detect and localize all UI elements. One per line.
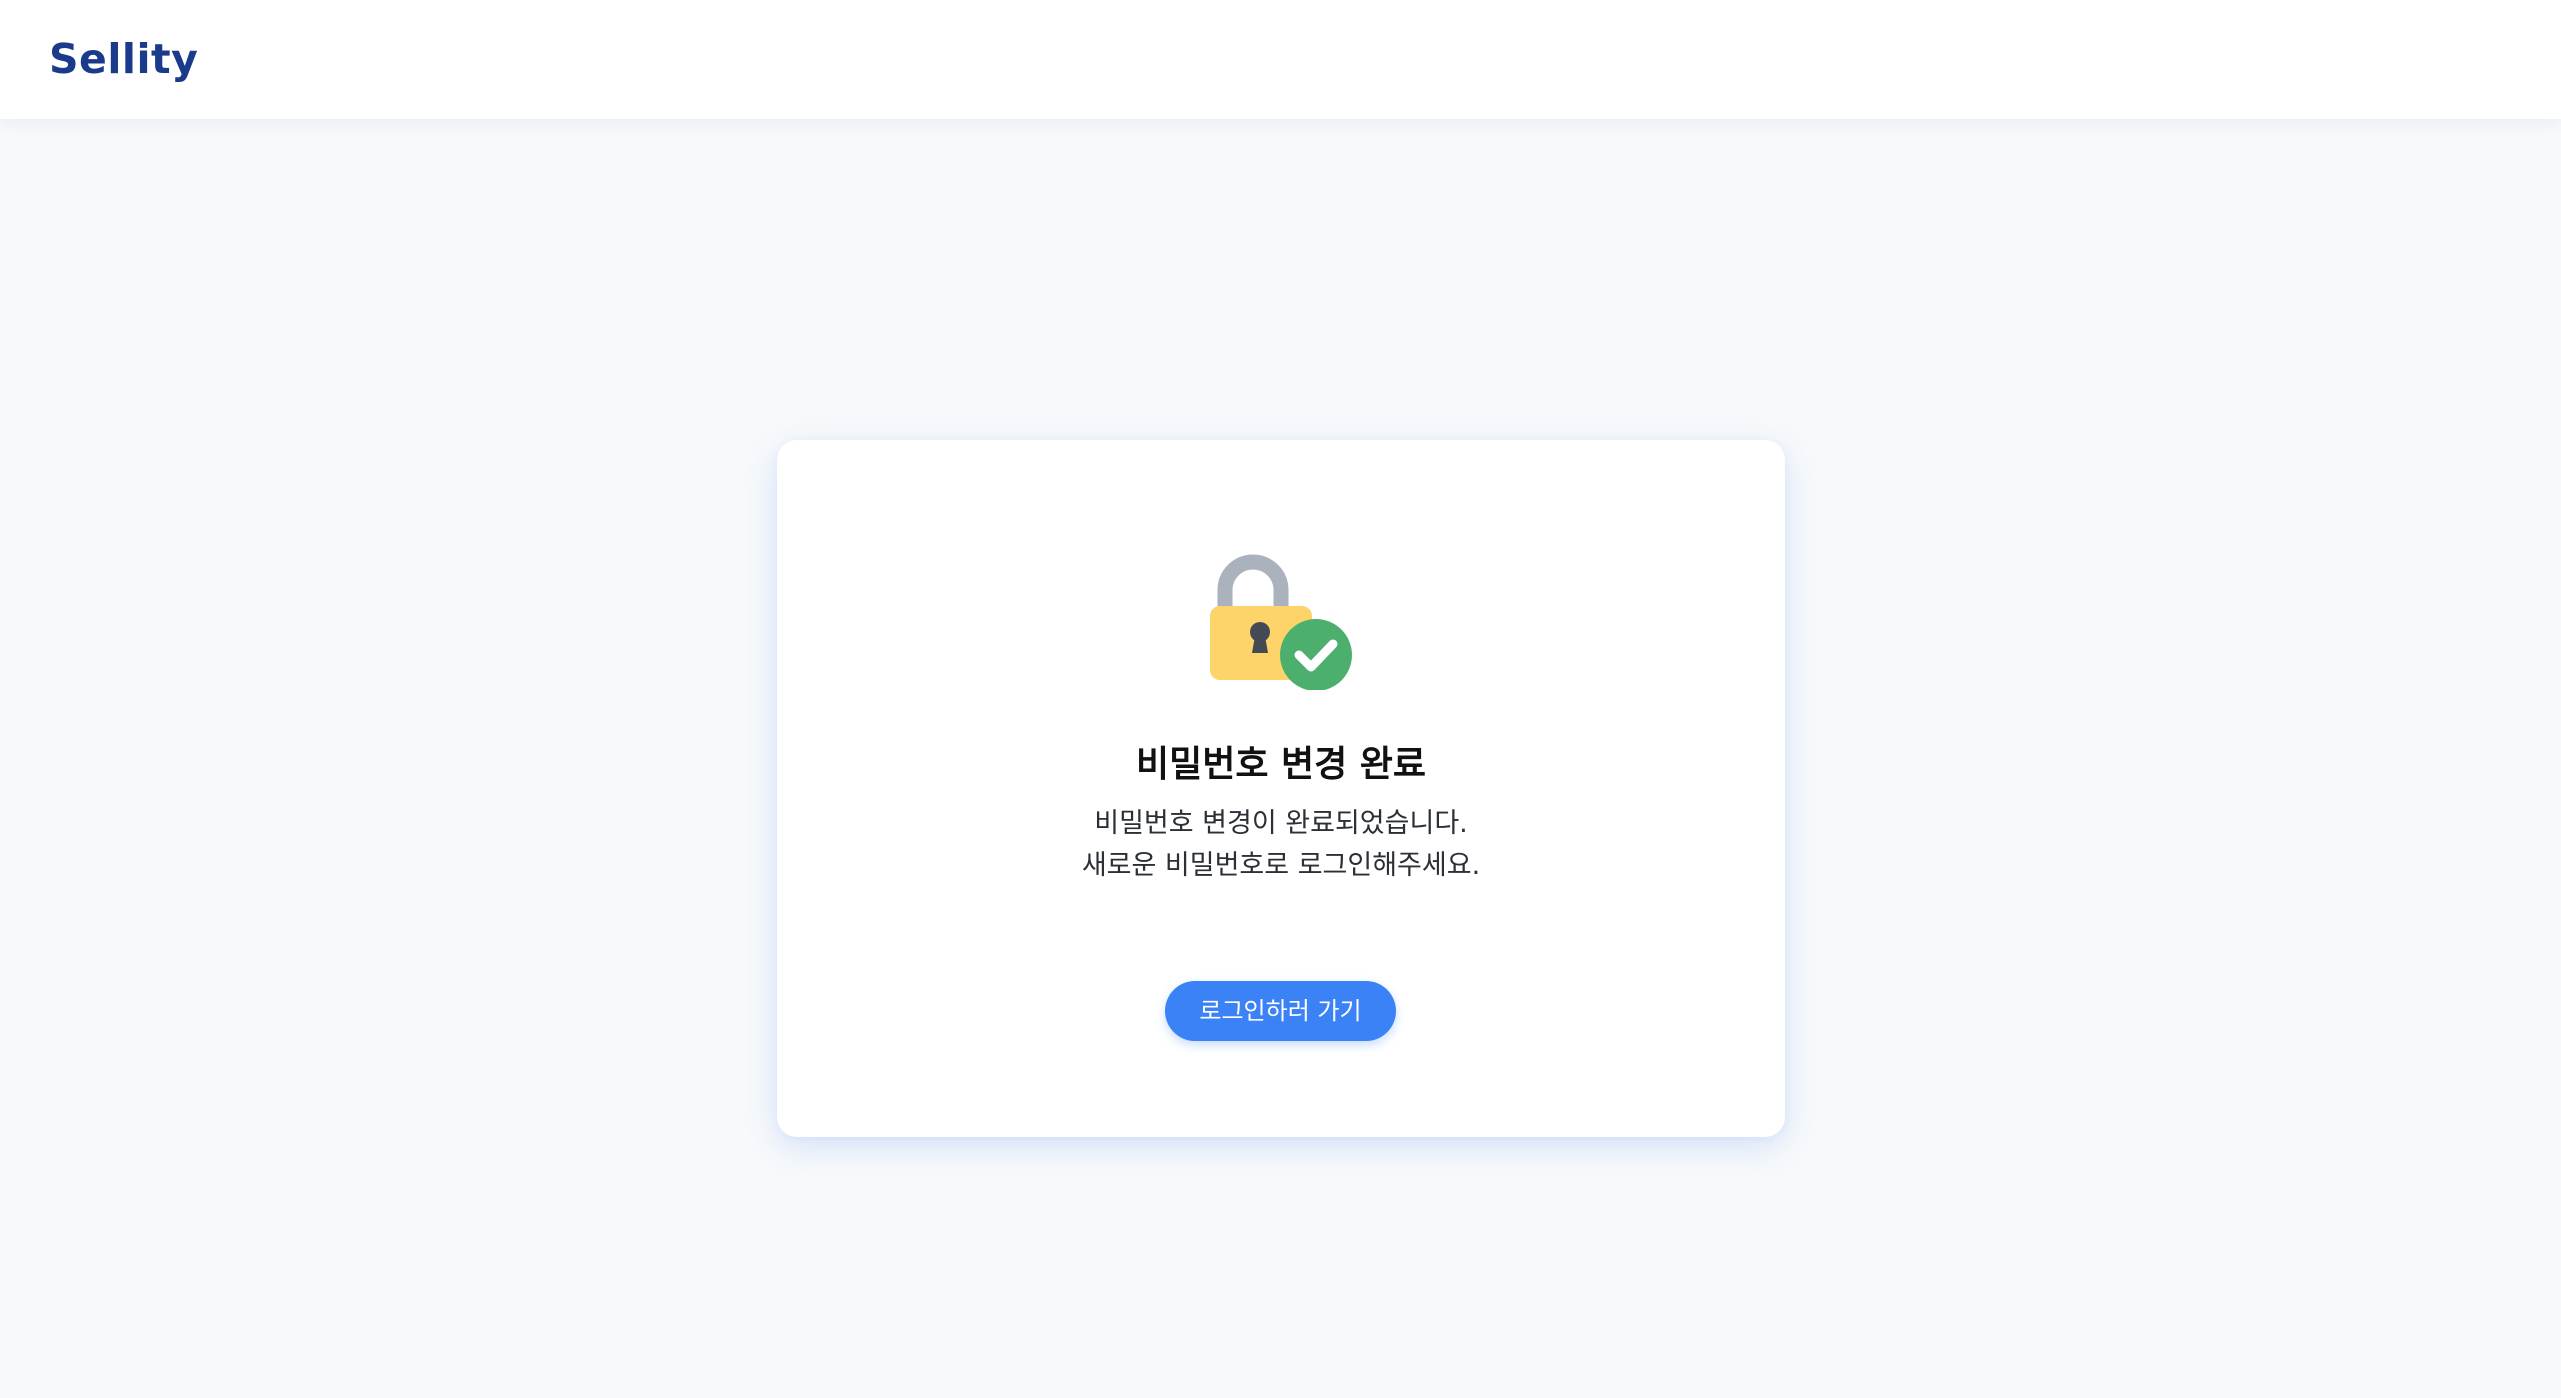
description-line-2: 새로운 비밀번호로 로그인해주세요. — [1081, 850, 1481, 881]
completion-message: 비밀번호 변경이 완료되었습니다. 새로운 비밀번호로 로그인해주세요. — [777, 803, 1785, 887]
sellity-logo[interactable]: Sellity — [49, 30, 198, 88]
description-line-1: 비밀번호 변경이 완료되었습니다. — [1094, 808, 1468, 839]
lock-check-icon — [1210, 554, 1352, 690]
go-to-login-button[interactable]: 로그인하러 가기 — [1165, 981, 1396, 1041]
top-header: Sellity — [0, 0, 2561, 119]
page-title: 비밀번호 변경 완료 — [1135, 744, 1427, 785]
